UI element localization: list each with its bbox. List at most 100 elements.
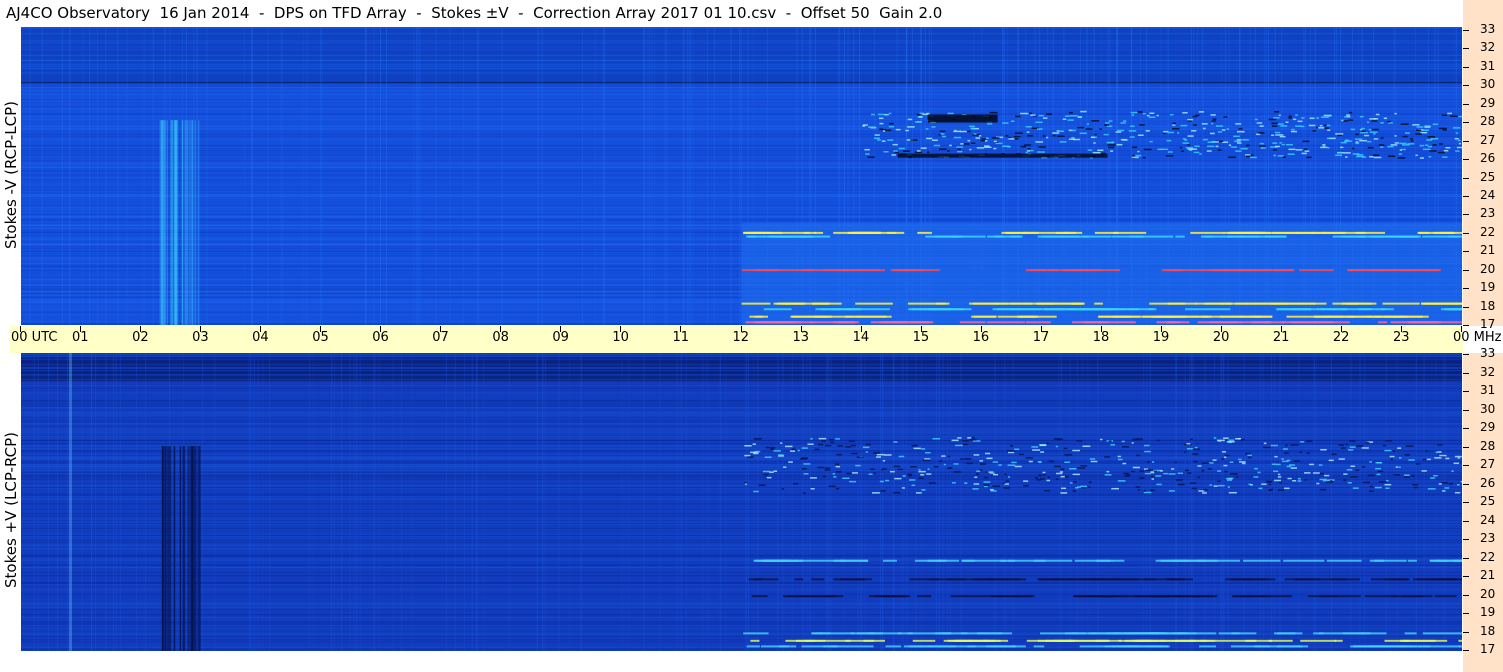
emission-cloud <box>926 473 932 475</box>
emission-cloud <box>1355 445 1363 447</box>
spectrum-texture <box>707 27 709 325</box>
emission-cloud <box>1207 468 1212 470</box>
emission-cloud <box>1253 476 1259 478</box>
emission-cloud <box>1449 115 1458 117</box>
mhz-tick-mark <box>1463 502 1469 503</box>
emission-cloud <box>1390 458 1393 461</box>
spectrum-texture <box>21 362 1462 364</box>
emission-cloud <box>1060 475 1065 478</box>
emission-cloud <box>1110 444 1116 446</box>
emission-cloud <box>1279 142 1282 144</box>
spectrum-texture <box>21 538 1462 540</box>
emission-band <box>1350 645 1373 648</box>
utc-tick-label: 19 <box>1152 330 1170 345</box>
emission-band <box>985 578 995 581</box>
emission-cloud <box>1070 115 1078 117</box>
spectrum-texture <box>802 353 804 651</box>
emission-band <box>1409 321 1442 324</box>
emission-cloud <box>1072 129 1077 132</box>
emission-cloud <box>1343 152 1351 154</box>
spectrum-texture <box>947 353 949 651</box>
emission-cloud <box>1117 458 1123 461</box>
spectrum-texture <box>21 614 1462 616</box>
spectrum-texture <box>21 486 1462 488</box>
emission-cloud <box>1105 122 1110 124</box>
spectrum-texture <box>91 353 93 651</box>
emission-cloud <box>1454 137 1459 140</box>
emission-band <box>1284 578 1320 581</box>
emission-band <box>1263 321 1272 324</box>
emission-cloud <box>1124 475 1130 477</box>
emission-cloud <box>807 443 814 445</box>
emission-cloud <box>1263 442 1267 445</box>
spectrum-texture <box>21 427 1462 429</box>
emission-band <box>1341 308 1385 311</box>
spectrum-texture <box>1298 353 1300 651</box>
emission-cloud <box>1416 126 1424 128</box>
emission-cloud <box>788 461 793 463</box>
emission-cloud <box>1235 150 1242 152</box>
utc-tick-label: 00 UTC <box>11 330 58 345</box>
spectrum-texture <box>1143 353 1145 651</box>
emission-band <box>750 639 760 642</box>
emission-cloud <box>1345 443 1348 446</box>
emission-cloud <box>1067 119 1074 121</box>
emission-cloud <box>878 117 884 120</box>
emission-band <box>1402 639 1436 642</box>
emission-band <box>1316 595 1339 598</box>
spectrum-texture <box>21 483 1462 485</box>
spectrum-texture <box>879 353 881 651</box>
emission-cloud <box>1297 120 1303 123</box>
emission-cloud <box>1002 145 1010 148</box>
emission-band <box>1407 559 1417 562</box>
spectrum-texture <box>333 353 335 651</box>
emission-cloud <box>1380 146 1384 148</box>
spectrum-texture <box>21 412 1462 414</box>
emission-band <box>990 595 1002 598</box>
spectrum-texture <box>105 353 107 651</box>
mhz-tick-mark <box>1463 177 1469 179</box>
emission-cloud <box>1135 154 1142 157</box>
emission-cloud <box>1288 115 1293 118</box>
emission-cloud <box>1318 464 1323 466</box>
emission-cloud <box>984 476 988 479</box>
emission-band <box>928 308 972 311</box>
emission-cloud <box>801 447 808 449</box>
emission-cloud <box>1410 138 1413 140</box>
spectrum-texture <box>1259 353 1261 651</box>
mhz-tick-mark <box>1463 251 1469 253</box>
spectrum-texture <box>476 353 478 651</box>
emission-band <box>1283 559 1325 562</box>
spectrum-texture <box>179 446 182 651</box>
mhz-tick-mark <box>1463 631 1469 633</box>
spectrum-texture <box>29 27 31 325</box>
emission-cloud <box>1343 473 1348 475</box>
emission-cloud <box>1117 480 1126 482</box>
emission-band <box>1215 639 1257 642</box>
spectrum-texture <box>1060 353 1062 651</box>
emission-cloud <box>1233 135 1240 138</box>
utc-tick-label: 06 <box>372 330 389 345</box>
mhz-tick-label: 23 <box>1480 206 1496 221</box>
spectrum-texture <box>206 27 208 325</box>
mhz-tick-label: 25 <box>1480 494 1496 508</box>
spectrum-texture <box>501 27 503 325</box>
emission-cloud <box>1343 479 1347 481</box>
emission-band <box>960 632 1003 635</box>
utc-tick-label: 12 <box>732 330 750 345</box>
emission-cloud <box>744 454 751 457</box>
spectrum-texture <box>373 27 375 325</box>
spectrum-texture <box>21 603 1462 605</box>
emission-cloud <box>1427 135 1436 138</box>
emission-cloud <box>931 126 936 128</box>
emission-cloud <box>1035 477 1038 479</box>
emission-band <box>794 578 804 581</box>
spectrum-texture <box>21 617 1462 619</box>
emission-cloud <box>1054 465 1061 468</box>
emission-cloud <box>1349 111 1353 114</box>
emission-cloud <box>973 483 980 485</box>
emission-cloud <box>1361 127 1365 130</box>
emission-cloud <box>870 468 875 470</box>
emission-cloud <box>1222 451 1227 453</box>
emission-cloud <box>1288 464 1296 466</box>
